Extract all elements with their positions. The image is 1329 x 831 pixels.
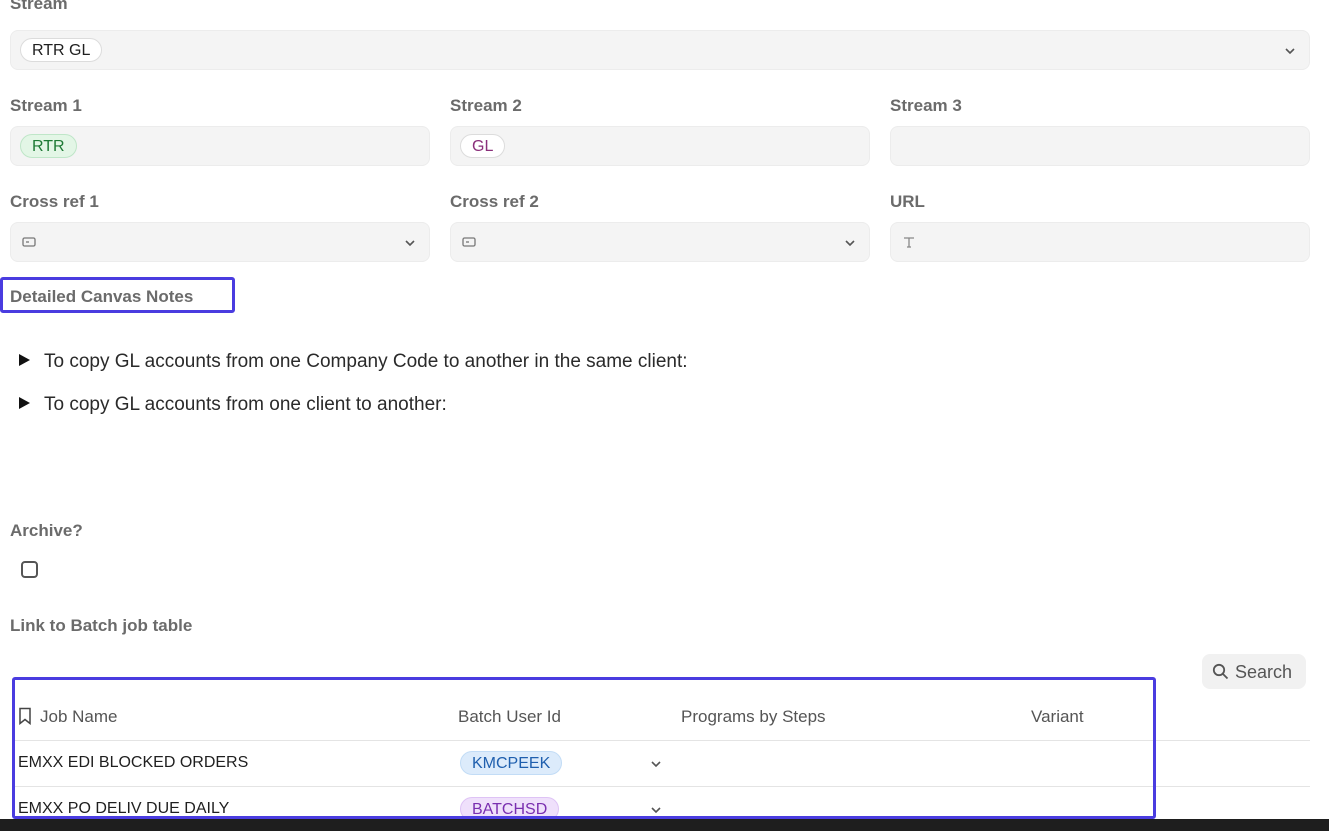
search-button[interactable]: Search <box>1202 654 1306 689</box>
archive-label: Archive? <box>10 521 83 540</box>
stream-select[interactable]: RTR GL <box>10 30 1310 70</box>
stream2-label: Stream 2 <box>450 96 522 115</box>
chevron-down-icon <box>1285 48 1295 55</box>
crossref2-select[interactable] <box>450 222 870 262</box>
table-highlight <box>12 677 1156 819</box>
archive-checkbox[interactable] <box>21 561 38 578</box>
card-icon <box>462 237 476 247</box>
stream3-label: Stream 3 <box>890 96 962 115</box>
notes-toggle-2-text: To copy GL accounts from one client to a… <box>44 394 447 415</box>
notes-toggle-1[interactable]: To copy GL accounts from one Company Cod… <box>19 351 688 373</box>
stream-label: Stream <box>10 0 68 13</box>
notes-toggle-1-text: To copy GL accounts from one Company Cod… <box>44 351 688 372</box>
text-icon <box>904 237 914 248</box>
notes-toggle-2[interactable]: To copy GL accounts from one client to a… <box>19 394 447 416</box>
notes-label: Detailed Canvas Notes <box>10 287 194 306</box>
stream1-chip: RTR <box>20 134 77 158</box>
url-label: URL <box>890 192 925 211</box>
disclosure-triangle-icon <box>19 397 30 409</box>
crossref1-select[interactable] <box>10 222 430 262</box>
stream2-field[interactable]: GL <box>450 126 870 166</box>
batch-label: Link to Batch job table <box>10 616 193 635</box>
search-icon <box>1212 663 1229 680</box>
card-icon <box>22 237 36 247</box>
crossref2-label: Cross ref 2 <box>450 192 539 211</box>
stream-chip: RTR GL <box>20 38 103 62</box>
chevron-down-icon <box>845 240 855 247</box>
stream2-chip: GL <box>460 134 506 158</box>
stream1-label: Stream 1 <box>10 96 82 115</box>
stream1-field[interactable]: RTR <box>10 126 430 166</box>
crossref1-label: Cross ref 1 <box>10 192 99 211</box>
stream3-field[interactable] <box>890 126 1310 166</box>
url-field[interactable] <box>890 222 1310 262</box>
disclosure-triangle-icon <box>19 354 30 366</box>
taskbar <box>0 819 1329 831</box>
chevron-down-icon <box>405 240 415 247</box>
search-label: Search <box>1235 662 1293 682</box>
